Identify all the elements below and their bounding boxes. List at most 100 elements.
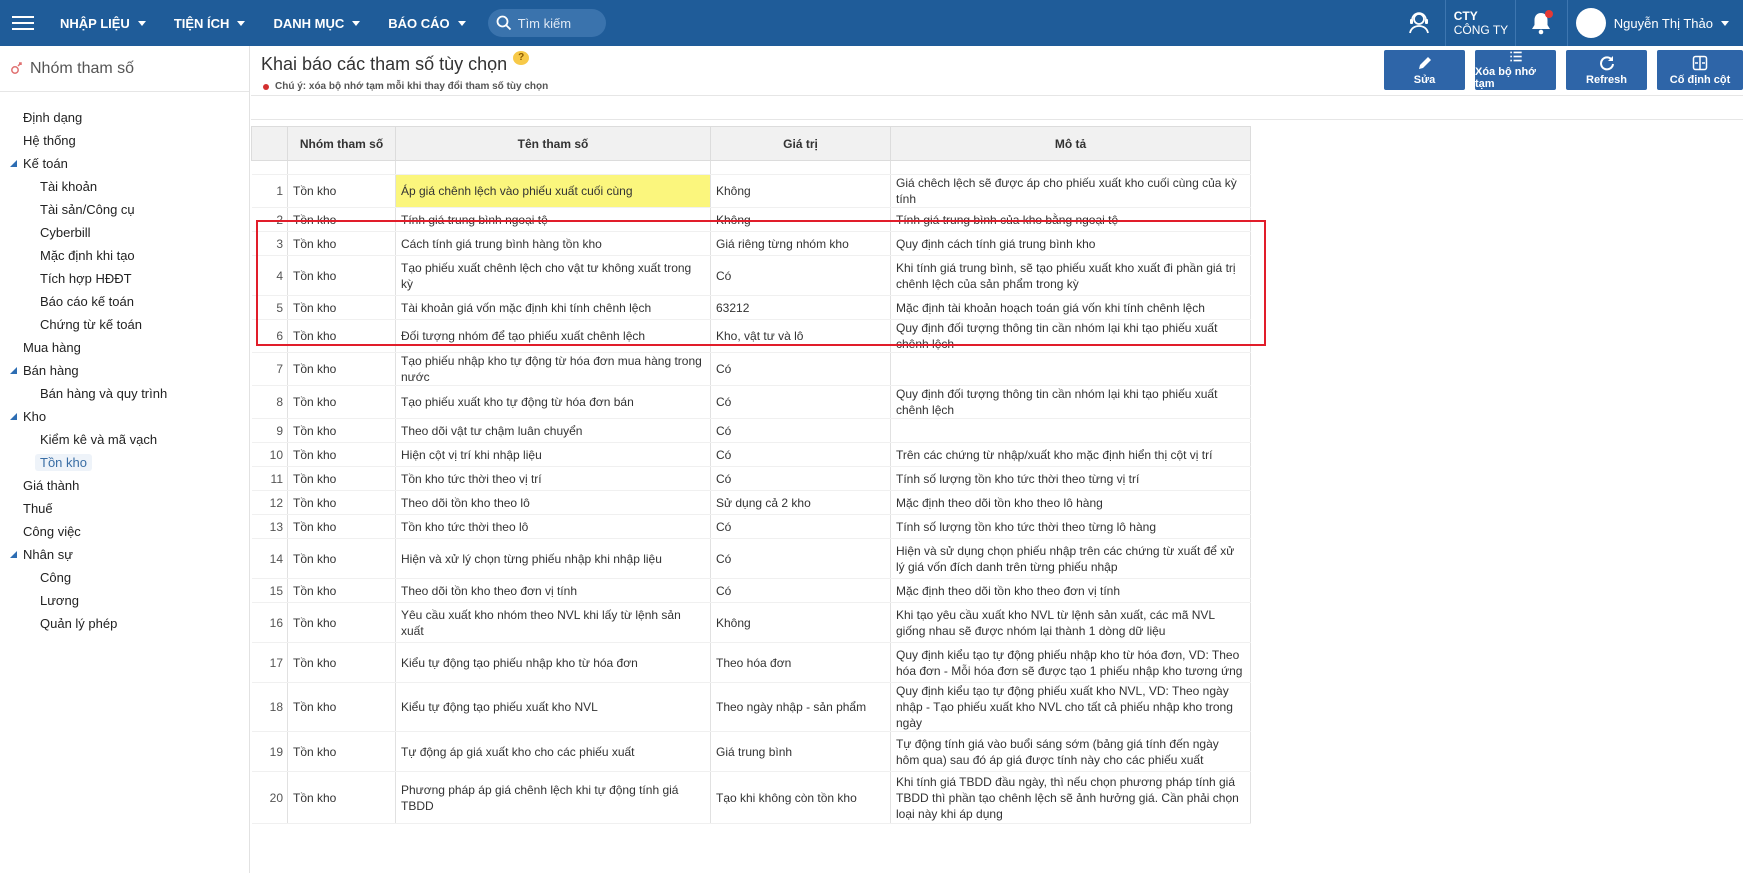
table-row[interactable]: 8 Tồn kho Tạo phiếu xuất kho tự động từ hó… (251, 385, 1251, 419)
table-row[interactable]: 14 Tồn kho Hiện và xử lý chọn từng phiếu n… (251, 538, 1251, 579)
cell-group[interactable]: Tồn kho (287, 255, 396, 296)
cell-value[interactable]: Có (710, 255, 891, 296)
table-row[interactable]: 13 Tồn kho Tồn kho tức thời theo lô Có Tính … (251, 514, 1251, 539)
cell-no[interactable]: 19 (251, 731, 288, 772)
cell-name[interactable]: Tồn kho tức thời theo lô (395, 514, 711, 539)
tree-item-bao-cao-ke-toan[interactable]: Báo cáo kế toán (0, 290, 249, 313)
cell-no[interactable]: 2 (251, 207, 288, 232)
notification-button[interactable] (1516, 0, 1568, 46)
table-row[interactable]: 17 Tồn kho Kiểu tự động tạo phiếu nhập kho… (251, 642, 1251, 683)
cell-desc[interactable]: Tính giá trung bình của kho bằng ngoại t… (890, 207, 1251, 232)
cell-no[interactable]: 16 (251, 602, 288, 643)
expand-triangle-icon[interactable] (10, 551, 17, 558)
cell-name[interactable]: Theo dõi tồn kho theo đơn vị tính (395, 578, 711, 603)
cell-group[interactable]: Tồn kho (287, 490, 396, 515)
table-row[interactable]: 18 Tồn kho Kiểu tự động tạo phiếu xuất kho… (251, 682, 1251, 732)
table-row[interactable]: 10 Tồn kho Hiện cột vị trí khi nhập liệu Có… (251, 442, 1251, 467)
menu-danh-muc[interactable]: DANH MỤC (259, 0, 374, 46)
cell-value[interactable]: Không (710, 207, 891, 232)
table-row[interactable]: 6 Tồn kho Đối tượng nhóm để tạo phiếu xuất… (251, 319, 1251, 353)
table-row[interactable]: 2 Tồn kho Tính giá trung bình ngoại tệ Khôn… (251, 207, 1251, 232)
cell-desc[interactable] (890, 352, 1251, 386)
cell-name[interactable]: Tạo phiếu nhập kho tự động từ hóa đơn mu… (395, 352, 711, 386)
freeze-columns-button[interactable]: Cố định cột (1657, 50, 1743, 90)
cell-group[interactable]: Tồn kho (287, 319, 396, 353)
tree-item-luong[interactable]: Lương (0, 589, 249, 612)
cell-name[interactable]: Áp giá chênh lệch vào phiếu xuất cuối cù… (395, 174, 711, 208)
cell-name[interactable]: Tồn kho tức thời theo vị trí (395, 466, 711, 491)
help-icon[interactable]: ? (513, 50, 530, 65)
cell-name[interactable]: Theo dõi vật tư chậm luân chuyển (395, 418, 711, 443)
cell-value[interactable]: Có (710, 578, 891, 603)
col-header-name[interactable]: Tên tham số (395, 126, 711, 161)
cell-group[interactable]: Tồn kho (287, 352, 396, 386)
cell-group[interactable]: Tồn kho (287, 682, 396, 732)
cell-name[interactable]: Tự động áp giá xuất kho cho các phiếu xu… (395, 731, 711, 772)
tree-item-he-thong[interactable]: Hệ thống (0, 129, 249, 152)
cell-desc[interactable]: Khi tính giá TBDD đầu ngày, thì nếu chọn… (890, 771, 1251, 824)
cell-no[interactable]: 9 (251, 418, 288, 443)
cell-group[interactable]: Tồn kho (287, 466, 396, 491)
support-agent-icon[interactable] (1394, 0, 1446, 46)
table-row[interactable]: 16 Tồn kho Yêu cầu xuất kho nhóm theo NVL … (251, 602, 1251, 643)
cell-name[interactable]: Tài khoản giá vốn mặc định khi tính chên… (395, 295, 711, 320)
cell-group[interactable]: Tồn kho (287, 771, 396, 824)
cell-name[interactable]: Tính giá trung bình ngoại tệ (395, 207, 711, 232)
search-input[interactable] (517, 15, 598, 31)
tree-item-tai-khoan[interactable]: Tài khoản (0, 175, 249, 198)
cell-group[interactable]: Tồn kho (287, 602, 396, 643)
cell-value[interactable]: Có (710, 442, 891, 467)
cell-no[interactable]: 17 (251, 642, 288, 683)
table-row[interactable]: 9 Tồn kho Theo dõi vật tư chậm luân chuyển… (251, 418, 1251, 443)
expand-triangle-icon[interactable] (10, 367, 17, 374)
cell-desc[interactable]: Hiện và sử dụng chọn phiếu nhập trên các… (890, 538, 1251, 579)
tree-item-quan-ly-phep[interactable]: Quản lý phép (0, 612, 249, 635)
menu-nhap-lieu[interactable]: NHẬP LIỆU (46, 0, 160, 46)
cell-desc[interactable]: Quy định kiểu tạo tự động phiếu nhập kho… (890, 642, 1251, 683)
cell-value[interactable]: Có (710, 514, 891, 539)
cell-no[interactable]: 14 (251, 538, 288, 579)
tree-item-dinh-dang[interactable]: Định dạng (0, 106, 249, 129)
cell-no[interactable]: 13 (251, 514, 288, 539)
cell-no[interactable]: 8 (251, 385, 288, 419)
cell-name[interactable]: Cách tính giá trung bình hàng tồn kho (395, 231, 711, 256)
table-row[interactable]: 7 Tồn kho Tạo phiếu nhập kho tự động từ hó… (251, 352, 1251, 386)
cell-value[interactable]: Giá riêng từng nhóm kho (710, 231, 891, 256)
cell-no[interactable]: 12 (251, 490, 288, 515)
col-header-group[interactable]: Nhóm tham số (287, 126, 396, 161)
cell-no[interactable]: 3 (251, 231, 288, 256)
tree-item-mac-dinh-khi-tao[interactable]: Mặc định khi tạo (0, 244, 249, 267)
table-row[interactable]: 4 Tồn kho Tạo phiếu xuất chênh lệch cho vậ… (251, 255, 1251, 296)
cell-no[interactable]: 7 (251, 352, 288, 386)
hamburger-icon[interactable] (0, 0, 46, 46)
cell-no[interactable]: 18 (251, 682, 288, 732)
cell-desc[interactable]: Quy định cách tính giá trung bình kho (890, 231, 1251, 256)
table-row[interactable]: 3 Tồn kho Cách tính giá trung bình hàng tồ… (251, 231, 1251, 256)
col-header-value[interactable]: Giá trị (710, 126, 891, 161)
tree-item-ke-toan[interactable]: Kế toán (0, 152, 249, 175)
cell-desc[interactable]: Tính số lượng tồn kho tức thời theo từng… (890, 514, 1251, 539)
tree-item-mua-hang[interactable]: Mua hàng (0, 336, 249, 359)
cell-value[interactable]: Giá trung bình (710, 731, 891, 772)
cell-group[interactable]: Tồn kho (287, 231, 396, 256)
cell-value[interactable]: Có (710, 418, 891, 443)
table-row[interactable]: 20 Tồn kho Phương pháp áp giá chênh lệch k… (251, 771, 1251, 824)
tree-item-ban-hang[interactable]: Bán hàng (0, 359, 249, 382)
table-row[interactable]: 11 Tồn kho Tồn kho tức thời theo vị trí Có T… (251, 466, 1251, 491)
cell-value[interactable]: Không (710, 174, 891, 208)
cell-value[interactable]: 63212 (710, 295, 891, 320)
cell-value[interactable]: Tạo khi không còn tồn kho (710, 771, 891, 824)
cell-desc[interactable]: Quy định kiểu tạo tự động phiếu xuất kho… (890, 682, 1251, 732)
table-row[interactable]: 19 Tồn kho Tự động áp giá xuất kho cho các… (251, 731, 1251, 772)
cell-group[interactable]: Tồn kho (287, 207, 396, 232)
cell-group[interactable]: Tồn kho (287, 418, 396, 443)
cell-name[interactable]: Phương pháp áp giá chênh lệch khi tự độn… (395, 771, 711, 824)
cell-name[interactable]: Tạo phiếu xuất chênh lệch cho vật tư khô… (395, 255, 711, 296)
cell-value[interactable]: Có (710, 466, 891, 491)
cell-no[interactable]: 1 (251, 174, 288, 208)
col-header-desc[interactable]: Mô tả (890, 126, 1251, 161)
tree-item-kiem-ke-va-ma-vach[interactable]: Kiểm kê và mã vạch (0, 428, 249, 451)
cell-name[interactable]: Theo dõi tồn kho theo lô (395, 490, 711, 515)
tree-item-tich-hop-hddt[interactable]: Tích hợp HĐĐT (0, 267, 249, 290)
company-switcher[interactable]: CTY CÔNG TY (1446, 0, 1516, 46)
